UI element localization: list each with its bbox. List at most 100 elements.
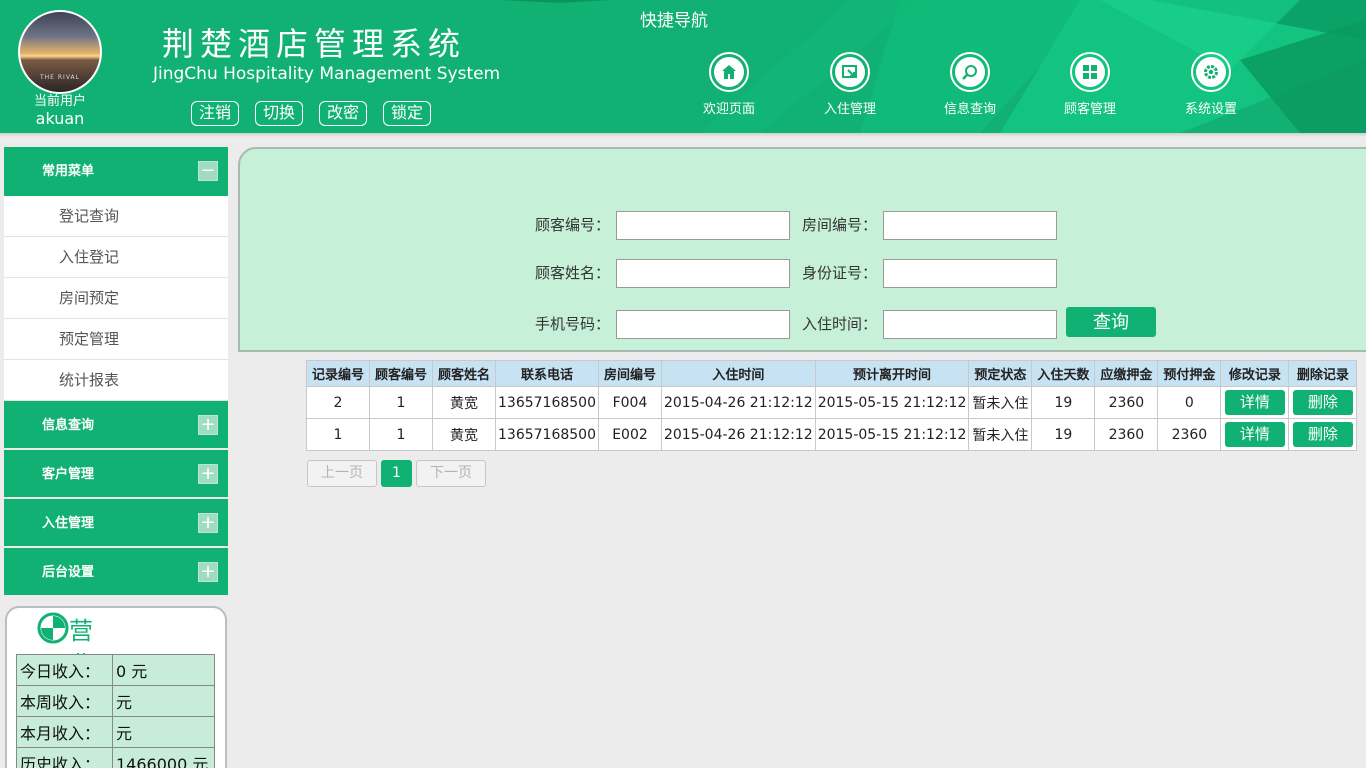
stats-row: 本月收入： 元	[16, 716, 215, 748]
col-deposit-due: 应缴押金	[1094, 360, 1159, 387]
phone-label: 手机号码：	[534, 315, 610, 333]
col-customer-name: 顾客姓名	[432, 360, 496, 387]
menu-backend-settings-header[interactable]: 后台设置 +	[4, 548, 228, 597]
col-booking-status: 预定状态	[968, 360, 1033, 387]
cell-record-id: 2	[306, 386, 370, 419]
menu-info-query-header[interactable]: 信息查询 +	[4, 401, 228, 450]
col-delete-record: 删除记录	[1288, 360, 1358, 387]
top-header: THE RIVAL 当前用户 akuan 荆楚酒店管理系统 JingChu Ho…	[0, 0, 1366, 133]
nav-checkin[interactable]: 入住管理	[810, 52, 890, 118]
menu-header-label: 客户管理	[42, 467, 95, 482]
table-row: 2 1 黄宽 13657168500 F004 2015-04-26 21:12…	[306, 386, 1358, 419]
change-password-button[interactable]: 改密	[319, 101, 368, 126]
cell-record-id: 1	[306, 418, 370, 451]
menu-common-header[interactable]: 常用菜单 −	[4, 147, 228, 196]
collapse-icon[interactable]: −	[198, 161, 218, 181]
avatar: THE RIVAL	[18, 10, 102, 94]
search-panel: 顾客编号： 房间编号： 顾客姓名： 身份证号： 手机号码： 入住时间： 查询	[238, 147, 1366, 352]
checkin-time-input[interactable]	[883, 310, 1057, 339]
expand-icon[interactable]: +	[198, 513, 218, 533]
menu-item-registration-query[interactable]: 登记查询	[4, 196, 228, 237]
menu-customer-manage-header[interactable]: 客户管理 +	[4, 450, 228, 499]
delete-button[interactable]: 删除	[1292, 390, 1353, 415]
id-card-label: 身份证号：	[801, 264, 877, 282]
menu-item-booking-manage[interactable]: 预定管理	[4, 319, 228, 360]
customer-id-label: 顾客编号：	[534, 216, 610, 234]
nav-welcome[interactable]: 欢迎页面	[689, 52, 769, 118]
prev-page-button[interactable]: 上一页	[307, 460, 377, 487]
phone-input[interactable]	[616, 310, 790, 339]
col-edit-record: 修改记录	[1220, 360, 1290, 387]
sidebar: 常用菜单 − 登记查询 入住登记 房间预定 预定管理 统计报表 信息查询 + 客…	[4, 147, 228, 597]
cell-stay-days: 19	[1031, 386, 1096, 419]
col-expected-leave: 预计离开时间	[814, 360, 970, 387]
detail-button[interactable]: 详情	[1224, 422, 1285, 447]
cell-phone: 13657168500	[495, 386, 599, 419]
menu-checkin-manage-header[interactable]: 入住管理 +	[4, 499, 228, 548]
user-actions: 注销 切换 改密 锁定	[191, 101, 432, 126]
nav-label: 信息查询	[943, 102, 996, 117]
col-room-id: 房间编号	[597, 360, 662, 387]
stats-value: 0 元	[112, 654, 215, 686]
cell-deposit-paid: 2360	[1157, 418, 1222, 451]
nav-system-settings[interactable]: 系统设置	[1171, 52, 1251, 118]
cell-customer-id: 1	[369, 418, 433, 451]
cell-room-id: E002	[597, 418, 662, 451]
next-page-button[interactable]: 下一页	[416, 460, 486, 487]
page-1-button[interactable]: 1	[381, 460, 412, 487]
detail-button[interactable]: 详情	[1224, 390, 1285, 415]
stats-table: 今日收入： 0 元 本周收入： 元 本月收入： 元 历史收入： 1466000 …	[16, 654, 215, 768]
menu-header-label: 后台设置	[42, 565, 95, 580]
menu-header-label: 常用菜单	[42, 164, 95, 179]
chart-pie-icon	[37, 612, 69, 644]
expand-icon[interactable]: +	[198, 415, 218, 435]
header-shadow	[0, 133, 1366, 137]
stats-row: 今日收入： 0 元	[16, 654, 215, 686]
logout-button[interactable]: 注销	[191, 101, 240, 126]
col-phone: 联系电话	[495, 360, 599, 387]
nav-info-query[interactable]: 信息查询	[930, 52, 1010, 118]
customer-id-input[interactable]	[616, 211, 790, 240]
checkin-icon	[830, 52, 870, 92]
gear-icon	[1191, 52, 1231, 92]
cell-delete: 删除	[1288, 418, 1358, 451]
lock-button[interactable]: 锁定	[383, 101, 432, 126]
customer-name-input[interactable]	[616, 259, 790, 288]
switch-user-button[interactable]: 切换	[255, 101, 304, 126]
revenue-stats-panel: 营业额统计 今日收入： 0 元 本周收入： 元 本月收入： 元 历史收入： 14…	[5, 606, 227, 768]
query-button[interactable]: 查询	[1066, 307, 1156, 337]
menu-item-room-booking[interactable]: 房间预定	[4, 278, 228, 319]
app-title: 荆楚酒店管理系统	[162, 25, 467, 63]
cell-booking-status: 暂未入住	[968, 418, 1033, 451]
delete-button[interactable]: 删除	[1292, 422, 1353, 447]
col-record-id: 记录编号	[306, 360, 370, 387]
cell-stay-days: 19	[1031, 418, 1096, 451]
pagination: 上一页 1 下一页	[307, 460, 486, 487]
id-card-input[interactable]	[883, 259, 1057, 288]
common-menu-list: 登记查询 入住登记 房间预定 预定管理 统计报表	[4, 196, 228, 401]
grid-icon	[1070, 52, 1110, 92]
cell-checkin-time: 2015-04-26 21:12:12	[660, 418, 816, 451]
nav-label: 入住管理	[823, 102, 876, 117]
current-user-label: 当前用户	[33, 94, 86, 109]
expand-icon[interactable]: +	[198, 464, 218, 484]
menu-header-label: 入住管理	[42, 516, 95, 531]
nav-customer-manage[interactable]: 顾客管理	[1050, 52, 1130, 118]
menu-item-statistics-report[interactable]: 统计报表	[4, 360, 228, 401]
stats-value: 元	[112, 716, 215, 748]
expand-icon[interactable]: +	[198, 562, 218, 582]
table-row: 1 1 黄宽 13657168500 E002 2015-04-26 21:12…	[306, 418, 1358, 451]
room-id-input[interactable]	[883, 211, 1057, 240]
nav-label: 系统设置	[1184, 102, 1237, 117]
col-stay-days: 入住天数	[1031, 360, 1096, 387]
stats-row: 本周收入： 元	[16, 685, 215, 717]
stats-row: 历史收入： 1466000 元	[16, 747, 215, 768]
cell-expected-leave: 2015-05-15 21:12:12	[814, 386, 970, 419]
quick-nav-title: 快捷导航	[640, 11, 708, 31]
current-user-name: akuan	[35, 109, 85, 128]
room-id-label: 房间编号：	[801, 216, 877, 234]
menu-header-label: 信息查询	[42, 418, 95, 433]
nav-label: 顾客管理	[1063, 102, 1116, 117]
menu-item-checkin-register[interactable]: 入住登记	[4, 237, 228, 278]
stats-value: 1466000 元	[112, 747, 215, 768]
